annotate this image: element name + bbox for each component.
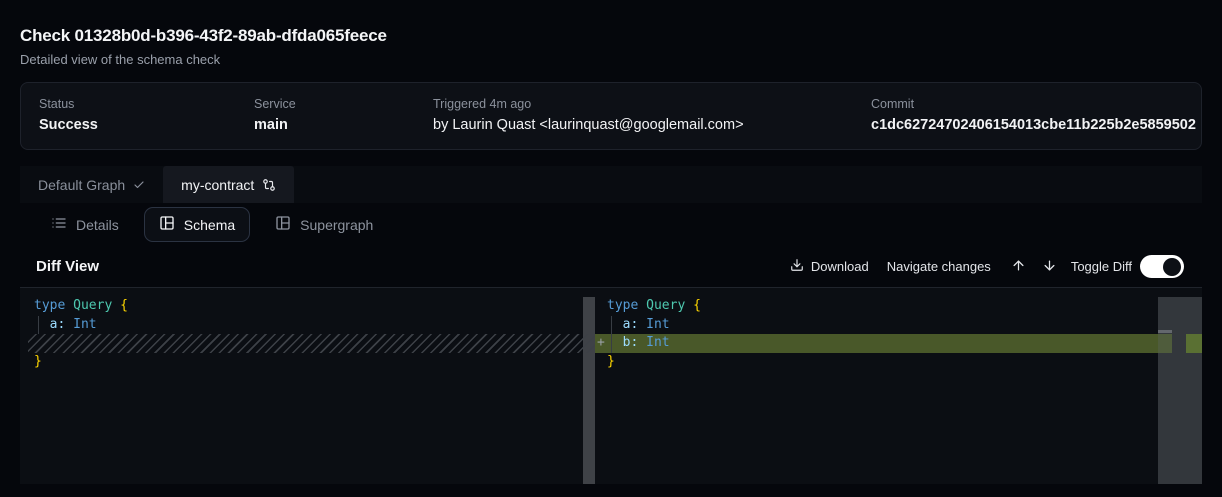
status-label: Status [39,96,254,113]
indent-guide [38,316,39,335]
view-tabs: Details Schema Supergraph [20,203,1202,246]
diff-editor: type Query { a: Int} type Query { a: Int… [20,288,1202,484]
tab-default-graph[interactable]: Default Graph [20,166,163,203]
download-label: Download [811,259,869,274]
triggered-value: by Laurin Quast <laurinquast@googlemail.… [433,116,871,135]
tab-supergraph-label: Supergraph [300,217,373,233]
diff-overview-dim-mark [1158,334,1172,353]
git-compare-icon [262,178,276,192]
scrollbar-slider-edge [1158,330,1172,333]
download-icon [790,258,804,275]
tab-my-contract[interactable]: my-contract [163,166,294,203]
page-subtitle: Detailed view of the schema check [20,52,1202,67]
tab-schema-label: Schema [184,217,235,233]
meta-triggered: Triggered 4m ago by Laurin Quast <laurin… [433,96,871,135]
next-change-button[interactable] [1040,256,1059,278]
service-value: main [254,116,433,135]
panel-icon [275,215,291,234]
vertical-scrollbar[interactable] [1158,297,1202,484]
page-title: Check 01328b0d-b396-43f2-89ab-dfda065fee… [20,26,1202,46]
added-line-sign: + [597,334,605,353]
triggered-label: Triggered 4m ago [433,96,871,113]
service-label: Service [254,96,433,113]
check-icon [133,179,145,191]
schema-check-page: Check 01328b0d-b396-43f2-89ab-dfda065fee… [0,0,1222,497]
diff-line-added: + b: Int [595,334,1158,353]
diff-toolbar: Diff View Download Navigate changes [20,246,1202,288]
tab-details-label: Details [76,217,119,233]
tab-my-contract-label: my-contract [181,177,254,193]
diff-line-placeholder [28,334,595,353]
code-line: } [595,353,1158,372]
commit-value: c1dc62724702406154013cbe11b225b2e5859502 [871,116,1196,135]
code-line: type Query { [595,297,1158,316]
code-line: a: Int [595,316,1158,335]
code-line: } [20,353,583,372]
tab-supergraph[interactable]: Supergraph [260,207,388,242]
toggle-diff-label: Toggle Diff [1071,259,1132,274]
diff-editor-sash[interactable] [583,297,595,484]
navigate-changes-label: Navigate changes [887,259,991,274]
commit-label: Commit [871,96,1196,113]
diff-pane-original[interactable]: type Query { a: Int} [20,288,583,484]
diff-overview-added-mark [1186,334,1202,353]
page-header: Check 01328b0d-b396-43f2-89ab-dfda065fee… [0,0,1222,67]
code-line: type Query { [20,297,583,316]
diff-toolbar-actions: Download Navigate changes Toggle Diff [790,255,1184,278]
meta-commit: Commit c1dc62724702406154013cbe11b225b2e… [871,96,1196,135]
diff-pane-modified[interactable]: type Query { a: Int+ b: Int} [595,288,1158,484]
list-icon [51,215,67,234]
meta-service: Service main [254,96,433,135]
code-line: a: Int [20,316,583,335]
tab-default-graph-label: Default Graph [38,177,125,193]
toggle-diff-switch[interactable] [1140,255,1184,278]
status-value: Success [39,116,254,135]
tab-schema[interactable]: Schema [144,207,250,242]
download-button[interactable]: Download [790,258,869,275]
arrow-up-icon [1011,258,1026,276]
previous-change-button[interactable] [1009,256,1028,278]
panel-icon [159,215,175,234]
graph-tabs: Default Graph my-contract [20,166,1202,203]
tab-details[interactable]: Details [36,207,134,242]
check-meta-card: Status Success Service main Triggered 4m… [20,82,1202,150]
indent-guide [611,316,612,335]
arrow-down-icon [1042,258,1057,276]
toggle-knob [1163,258,1181,276]
diff-view-title: Diff View [36,258,99,275]
indent-guide [611,334,612,353]
meta-status: Status Success [39,96,254,135]
